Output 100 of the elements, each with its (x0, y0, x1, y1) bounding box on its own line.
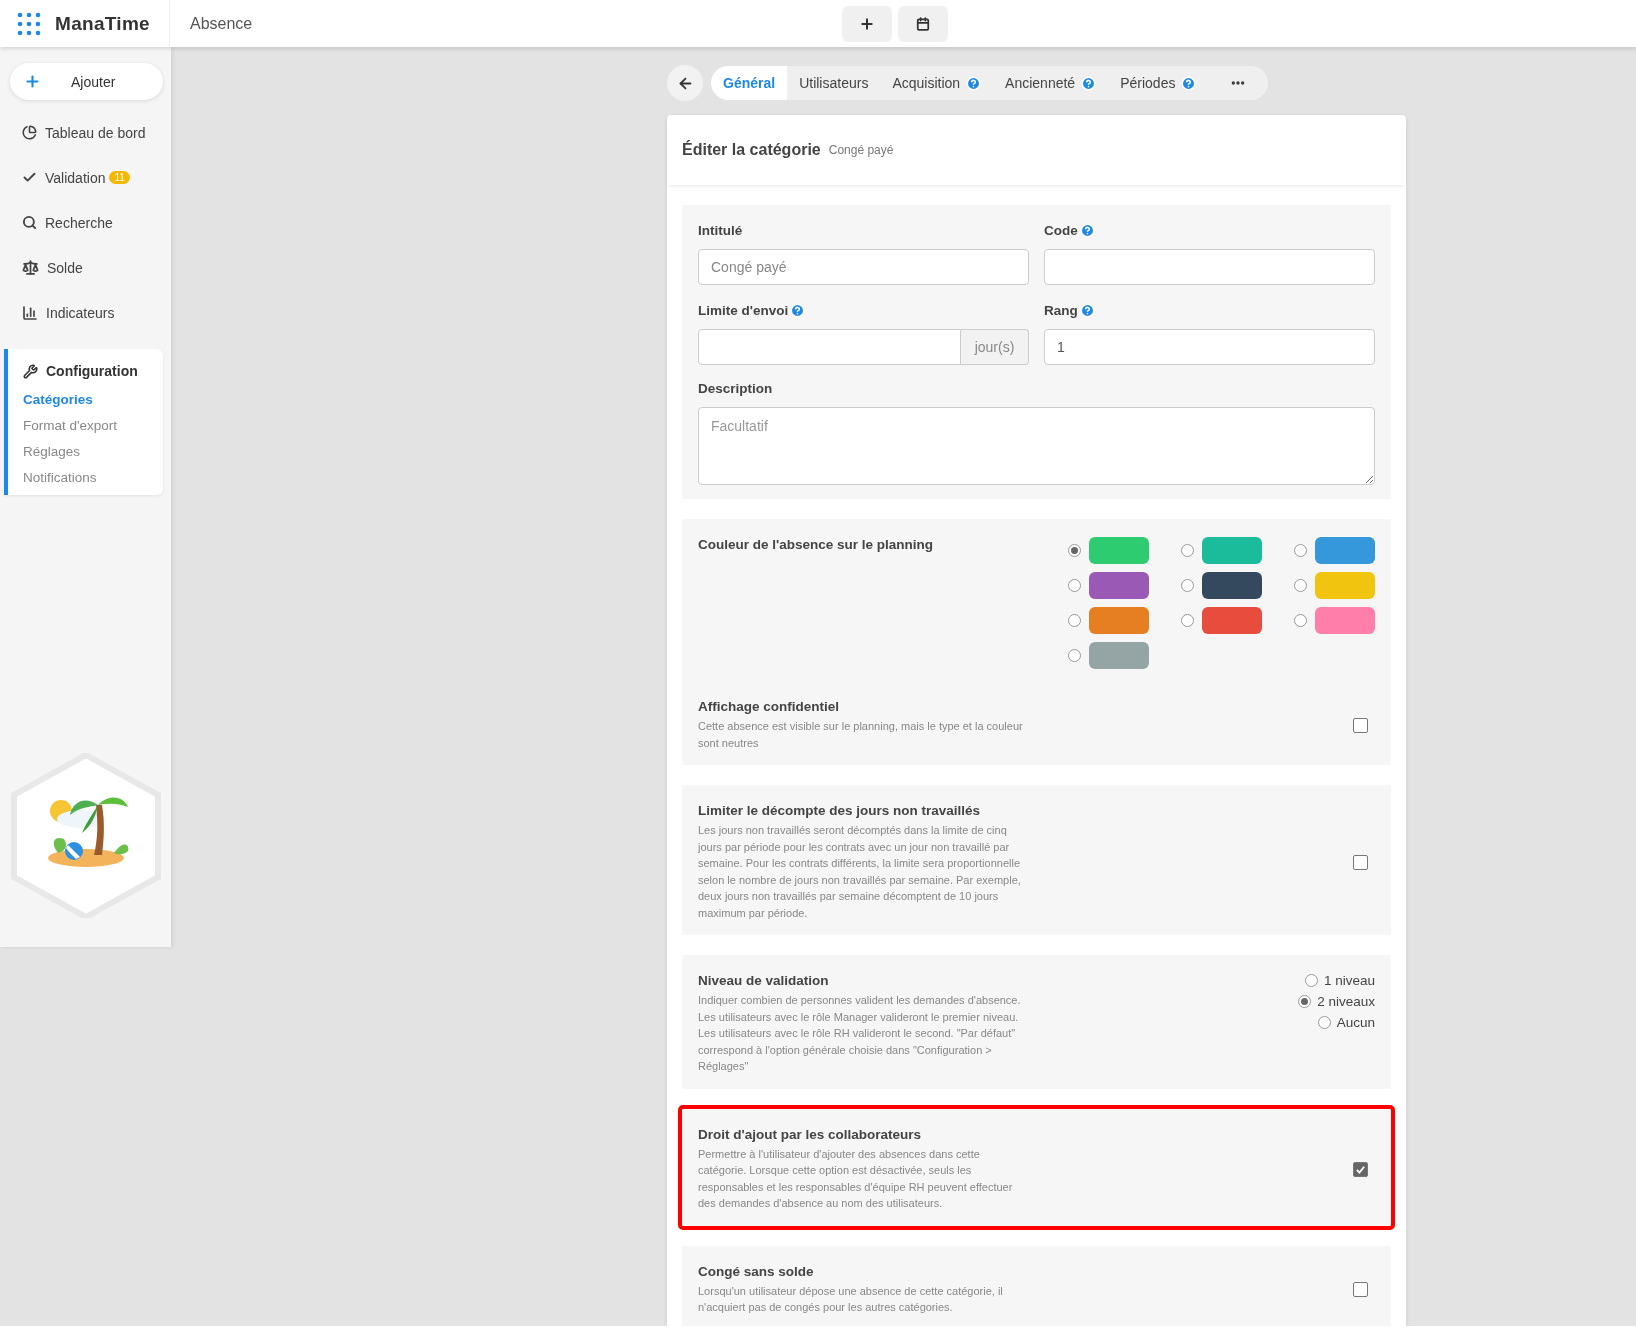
help-icon[interactable] (1079, 303, 1095, 318)
radio-button[interactable] (1068, 649, 1081, 662)
section-title: Limiter le décompte des jours non travaillés (698, 803, 982, 818)
radio-button[interactable] (1304, 974, 1318, 987)
option-label: Aucun (1336, 1015, 1375, 1030)
nav-item[interactable]: Solde (0, 245, 171, 290)
nav-item[interactable]: Validation 11 (0, 155, 171, 200)
bar-chart-icon (22, 304, 38, 321)
pie-chart-icon (22, 125, 37, 140)
option-label: 1 niveau (1323, 973, 1375, 988)
radio-button[interactable] (1068, 614, 1081, 627)
field-label: Code (1044, 223, 1078, 238)
radio-option[interactable]: 2 niveaux (1298, 994, 1375, 1009)
add-button[interactable] (842, 5, 893, 42)
plus-icon (24, 73, 41, 90)
calendar-icon (916, 16, 931, 31)
menu-item[interactable]: Réglages (23, 444, 163, 459)
check-icon (1355, 1163, 1366, 1175)
field-label: Rang (1044, 303, 1078, 318)
radio-button[interactable] (1068, 579, 1081, 592)
back-button[interactable] (667, 65, 703, 101)
color-swatch[interactable] (1315, 537, 1375, 564)
section-description: Indiquer combien de personnes valident les demandes d'absence. Les utilisateurs avec le rôle Manager valideront le premier niveau. Les utilisateurs avec le rôle RH valideront le second. "Par défaut" correspond à l'option générale choisie dans "Configuration > Réglages" (698, 993, 1022, 1074)
color-swatch[interactable] (1089, 607, 1149, 634)
help-icon[interactable] (966, 75, 982, 91)
input-field[interactable] (698, 329, 961, 365)
add-button[interactable]: Ajouter (10, 63, 163, 100)
tab[interactable]: Périodes (1108, 66, 1209, 100)
tab[interactable]: Utilisateurs (787, 66, 881, 100)
section-title: Couleur de l'absence sur le planning (698, 537, 933, 552)
nav-label: Validation (45, 169, 106, 186)
description-field[interactable]: Facultatif (698, 407, 1375, 485)
color-swatch[interactable] (1202, 572, 1262, 599)
unit-label: jour(s) (961, 329, 1029, 365)
nav-label: Recherche (45, 214, 113, 231)
radio-button[interactable] (1181, 544, 1194, 557)
card-title: Éditer la catégorie (682, 141, 821, 159)
radio-button[interactable] (1294, 544, 1307, 557)
nav-label: Indicateurs (46, 304, 115, 321)
checkbox[interactable] (1353, 854, 1368, 870)
input-field[interactable]: 1 (1044, 329, 1375, 365)
color-swatch[interactable] (1089, 642, 1149, 669)
calendar-button[interactable] (898, 5, 949, 42)
radio-button[interactable] (1068, 544, 1081, 557)
radio-button[interactable] (1317, 1016, 1331, 1029)
tab[interactable]: Acquisition (880, 66, 994, 100)
scale-icon (22, 259, 39, 276)
color-swatch[interactable] (1315, 607, 1375, 634)
color-swatch[interactable] (1202, 537, 1262, 564)
color-swatch[interactable] (1202, 607, 1262, 634)
search-icon (22, 215, 37, 230)
input-field[interactable] (1044, 249, 1375, 285)
radio-button[interactable] (1294, 614, 1307, 627)
radio-button[interactable] (1181, 614, 1194, 627)
card-subtitle: Congé payé (828, 143, 894, 157)
tab[interactable]: Ancienneté (993, 66, 1109, 100)
module-title: Absence (190, 14, 253, 33)
field-label: Intitulé (698, 223, 743, 238)
section-title: Droit d'ajout par les collaborateurs (698, 1126, 922, 1142)
checkbox[interactable] (1353, 717, 1368, 733)
nav-item[interactable]: Recherche (0, 200, 171, 245)
radio-option[interactable]: Aucun (1317, 1015, 1375, 1030)
radio-button[interactable] (1298, 995, 1312, 1008)
radio-option[interactable]: 1 niveau (1304, 973, 1375, 988)
menu-title: Configuration (46, 363, 138, 379)
app-logo: ManaTime (55, 12, 150, 35)
section-description: Cette absence est visible sur le planning, mais le type et la couleur sont neutres (698, 719, 1024, 751)
nav-label: Tableau de bord (45, 124, 146, 141)
app-grid-icon[interactable] (17, 11, 41, 36)
field-label: Description (698, 381, 773, 396)
nav-label: Solde (47, 259, 83, 276)
color-swatch[interactable] (1315, 572, 1375, 599)
wrench-icon (23, 363, 38, 379)
nav-item[interactable]: Indicateurs (0, 290, 171, 335)
checkbox[interactable] (1353, 1161, 1368, 1177)
section-title: Affichage confidentiel (698, 699, 840, 714)
count-badge: 11 (109, 171, 130, 184)
section-title: Niveau de validation (698, 973, 830, 988)
section-description: Lorsqu'un utilisateur dépose une absence de cette catégorie, il n'acquiert pas de congés pour les autres catégories. (698, 1283, 1004, 1315)
menu-item[interactable]: Notifications (23, 470, 163, 485)
checkbox[interactable] (1353, 1282, 1368, 1297)
nav-item[interactable]: Tableau de bord (0, 110, 171, 155)
help-icon[interactable] (1181, 75, 1197, 91)
help-icon[interactable] (790, 303, 806, 318)
section-title: Congé sans solde (698, 1263, 815, 1279)
menu-item[interactable]: Format d'export (23, 418, 163, 433)
check-icon (22, 170, 37, 185)
section-description: Les jours non travaillés seront décomptés dans la limite de cinq jours par période pour les contrats avec un jour non travaillé par semaine. Pour les contrats différents, la limite sera proportionnelle selon le nombre de jours non travaillés par semaine. Par exemple, deux jours non travaillés par semaine décomptent de 10 jours maximum par période. (698, 823, 1022, 921)
radio-button[interactable] (1181, 579, 1194, 592)
color-swatch[interactable] (1089, 572, 1149, 599)
menu-item[interactable]: Catégories (23, 392, 163, 407)
color-swatch[interactable] (1089, 537, 1149, 564)
radio-button[interactable] (1294, 579, 1307, 592)
option-label: 2 niveaux (1317, 994, 1375, 1009)
tab[interactable]: Général (711, 66, 788, 100)
help-icon[interactable] (1079, 223, 1095, 238)
field-label: Limite d'envoi (698, 303, 789, 318)
input-field[interactable]: Congé payé (698, 249, 1029, 285)
section-description: Permettre à l'utilisateur d'ajouter des absences dans cette catégorie. Lorsque cette option est désactivée, seuls les responsables et les responsables d'équipe RH peuvent effectuer des demandes d'absence au nom des utilisateurs. (698, 1146, 1014, 1211)
help-icon[interactable] (1081, 75, 1097, 91)
